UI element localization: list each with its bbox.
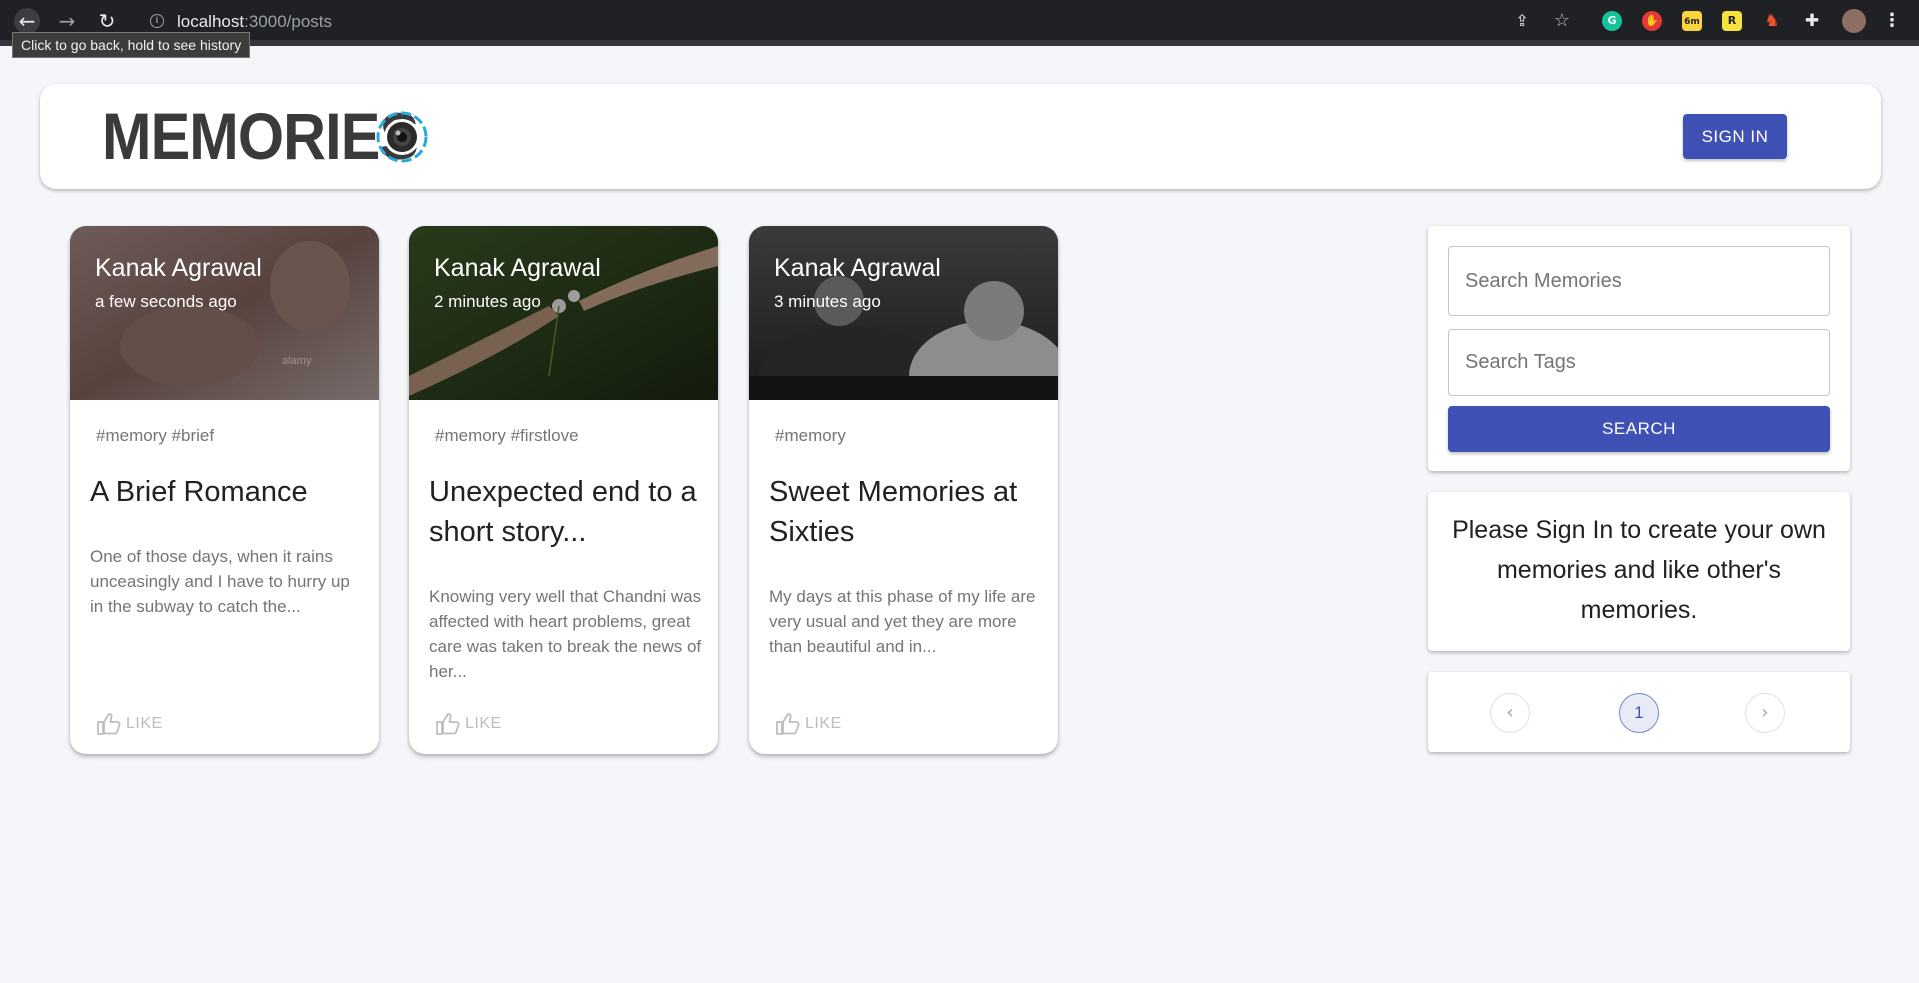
chevron-left-icon[interactable]: ‹	[1490, 693, 1530, 733]
pagination: ‹ 1 ›	[1428, 672, 1850, 752]
chess-extension-icon[interactable]: ♞	[1762, 11, 1782, 31]
camera-lens-logo-icon	[376, 111, 428, 163]
post-card: alamy Kanak Agrawal a few seconds ago #m…	[70, 226, 379, 754]
like-button[interactable]: LIKE	[435, 712, 502, 736]
post-image	[749, 226, 1058, 400]
like-label: LIKE	[805, 715, 842, 732]
post-message: Knowing very well that Chandni was affec…	[429, 587, 702, 681]
post-title[interactable]: A Brief Romance	[90, 472, 370, 512]
brand-heading[interactable]: MEMORIES	[102, 100, 419, 172]
post-author: Kanak Agrawal	[95, 254, 262, 282]
share-icon[interactable]: ⇪	[1512, 11, 1532, 31]
extensions-puzzle-icon[interactable]: ✚	[1802, 11, 1822, 31]
post-card: Kanak Agrawal 2 minutes ago #memory #fir…	[409, 226, 718, 754]
sign-in-button[interactable]: SIGN IN	[1683, 114, 1787, 159]
post-message: One of those days, when it rains unceasi…	[90, 547, 350, 616]
post-author: Kanak Agrawal	[774, 254, 941, 282]
url-path: :3000/posts	[244, 12, 333, 31]
bookmark-star-icon[interactable]: ☆	[1552, 11, 1572, 31]
post-tags: #memory #firstlove	[435, 426, 579, 445]
search-memories-input[interactable]	[1448, 246, 1830, 316]
like-label: LIKE	[465, 715, 502, 732]
post-author: Kanak Agrawal	[434, 254, 601, 282]
search-tags-input[interactable]	[1448, 329, 1830, 396]
post-image	[409, 226, 718, 400]
post-tags: #memory #brief	[96, 426, 215, 445]
back-arrow-icon[interactable]: ←	[14, 8, 40, 34]
more-menu-icon[interactable]: ⋮	[1882, 11, 1902, 31]
timer-extension-icon[interactable]: 6m	[1682, 11, 1702, 31]
image-watermark: alamy	[282, 355, 312, 367]
reload-icon[interactable]: ↻	[94, 8, 120, 34]
forward-arrow-icon[interactable]: →	[54, 8, 80, 34]
post-message: My days at this phase of my life are ver…	[769, 587, 1036, 656]
like-button[interactable]: LIKE	[775, 712, 842, 736]
signin-prompt-panel: Please Sign In to create your own memori…	[1428, 492, 1850, 651]
browser-toolbar-divider	[0, 40, 1919, 46]
url-text[interactable]: localhost:3000/posts	[177, 12, 332, 32]
search-panel: SEARCH	[1428, 226, 1850, 471]
post-time: 2 minutes ago	[434, 292, 541, 311]
post-image: alamy	[70, 226, 379, 400]
thumb-up-icon	[776, 713, 800, 735]
search-button[interactable]: SEARCH	[1448, 406, 1830, 452]
grammarly-extension-icon[interactable]: G	[1602, 11, 1622, 31]
yellow-extension-icon[interactable]: R	[1722, 11, 1742, 31]
post-time: 3 minutes ago	[774, 292, 881, 311]
page-1-button[interactable]: 1	[1619, 693, 1659, 733]
post-tags: #memory	[775, 426, 846, 445]
profile-avatar[interactable]	[1842, 9, 1866, 33]
back-button-tooltip: Click to go back, hold to see history	[12, 32, 251, 58]
site-info-icon[interactable]: i	[150, 14, 164, 28]
address-bar[interactable]	[136, 5, 1586, 37]
like-button[interactable]: LIKE	[96, 712, 163, 736]
timer-badge: 6m	[1684, 17, 1700, 27]
post-time: a few seconds ago	[95, 292, 237, 311]
url-host: localhost	[177, 12, 245, 31]
stop-hand-extension-icon[interactable]: ✋	[1642, 11, 1662, 31]
post-title[interactable]: Unexpected end to a short story...	[429, 472, 709, 552]
like-label: LIKE	[126, 715, 163, 732]
chevron-right-icon[interactable]: ›	[1745, 693, 1785, 733]
signin-prompt-text: Please Sign In to create your own memori…	[1452, 516, 1826, 624]
post-title[interactable]: Sweet Memories at Sixties	[769, 472, 1049, 552]
thumb-up-icon	[436, 713, 460, 735]
post-card: Kanak Agrawal 3 minutes ago #memory Swee…	[749, 226, 1058, 754]
thumb-up-icon	[97, 713, 121, 735]
